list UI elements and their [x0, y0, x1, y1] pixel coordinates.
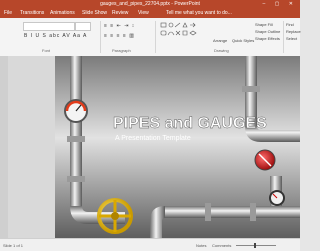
shapes-gallery[interactable]	[160, 22, 200, 44]
shape-outline-button[interactable]: Shape Outline	[255, 29, 280, 34]
window-controls[interactable]: – ▢ ✕	[263, 0, 297, 8]
paragraph-list-buttons[interactable]: ≡ ≡ ⇤ ⇥ ↕	[104, 23, 135, 29]
tab-transitions[interactable]: Transitions	[20, 10, 44, 16]
notes-button[interactable]: Notes	[196, 243, 206, 248]
shape-effects-button[interactable]: Shape Effects	[255, 36, 280, 41]
slide-counter: Slide 1 of 1	[3, 243, 24, 248]
red-valve-icon	[254, 149, 276, 171]
group-divider	[100, 21, 101, 53]
zoom-slider[interactable]	[236, 245, 276, 246]
select-button[interactable]: Select	[286, 36, 297, 41]
yellow-valve-wheel-icon	[97, 198, 133, 234]
window-title: gauges_and_pipes_22704.pptx - PowerPoint	[100, 1, 200, 7]
group-divider	[155, 21, 156, 53]
arrange-button[interactable]: Arrange	[213, 38, 227, 43]
group-drawing-label: Drawing	[214, 48, 229, 53]
tab-review[interactable]: Review	[112, 10, 128, 16]
slide-thumbnail-pane[interactable]	[0, 56, 8, 238]
paragraph-align-buttons[interactable]: ≡ ≡ ≡ ≡ ▥	[104, 33, 135, 39]
status-bar: Slide 1 of 1 Notes Comments	[0, 238, 300, 251]
pressure-gauge-icon	[64, 99, 88, 123]
shape-fill-button[interactable]: Shape Fill	[255, 22, 273, 27]
zoom-slider-thumb[interactable]	[254, 243, 256, 248]
slide-subtitle[interactable]: A Presentation Template	[115, 135, 191, 142]
font-format-buttons[interactable]: B I U S abc AV Aa A	[24, 33, 87, 39]
group-paragraph-label: Paragraph	[112, 48, 131, 53]
title-bar: gauges_and_pipes_22704.pptx - PowerPoint…	[0, 0, 300, 8]
find-button[interactable]: Find	[286, 22, 294, 27]
small-gauge-icon	[269, 190, 285, 206]
font-name-box[interactable]	[23, 22, 75, 31]
replace-button[interactable]: Replace	[286, 29, 301, 34]
slide[interactable]: PIPES and GAUGES A Presentation Template	[55, 56, 300, 238]
font-size-box[interactable]	[75, 22, 91, 31]
quick-styles-button[interactable]: Quick Styles	[232, 38, 254, 43]
slide-title[interactable]: PIPES and GAUGES	[113, 115, 268, 132]
group-divider	[283, 21, 284, 53]
tab-slide-show[interactable]: Slide Show	[82, 10, 107, 16]
tab-file[interactable]: File	[4, 10, 12, 16]
tab-view[interactable]: View	[138, 10, 149, 16]
tab-animations[interactable]: Animations	[50, 10, 75, 16]
comments-button[interactable]: Comments	[212, 243, 231, 248]
ribbon-tabs: File Transitions Animations Slide Show R…	[0, 8, 300, 18]
tell-me-search[interactable]: Tell me what you want to do...	[166, 10, 232, 16]
group-font-label: Font	[42, 48, 51, 53]
ribbon: B I U S abc AV Aa A Font ≡ ≡ ⇤ ⇥ ↕ ≡ ≡ ≡…	[0, 18, 301, 57]
